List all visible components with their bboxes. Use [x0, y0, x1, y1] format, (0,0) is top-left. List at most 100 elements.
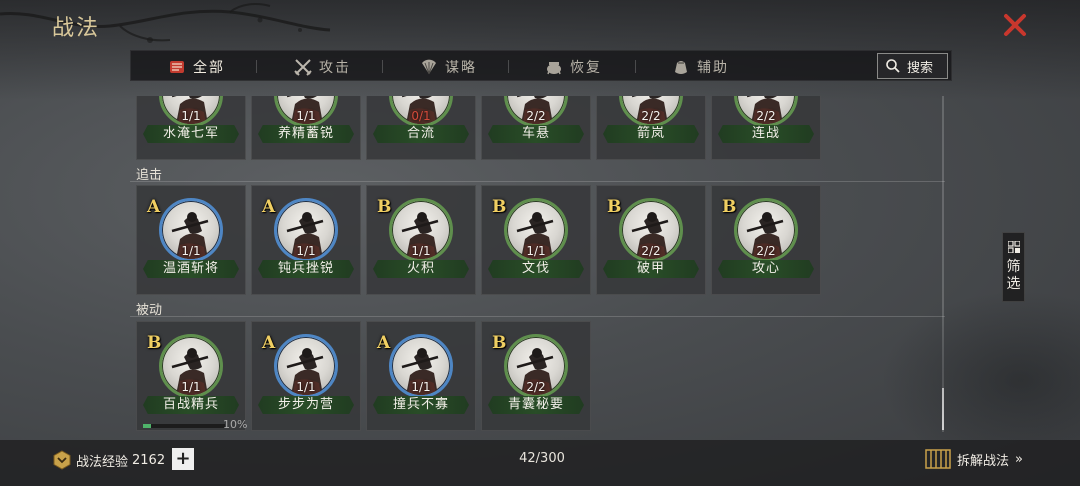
- tab-label: 全部: [193, 59, 225, 76]
- tactic-count: 2/2: [641, 109, 661, 123]
- tactic-card[interactable]: B 2/2 破甲: [596, 185, 706, 295]
- tab-support[interactable]: 辅助: [671, 51, 729, 82]
- tactic-grade: B: [607, 197, 622, 217]
- tactic-count: 0/1: [411, 109, 431, 123]
- tab-divider: [635, 60, 636, 73]
- window-title: 战法: [52, 16, 101, 41]
- tactic-count: 1/1: [296, 109, 316, 123]
- search-label: 搜索: [907, 60, 934, 76]
- add-exp-button[interactable]: +: [172, 448, 194, 470]
- tactic-exp: 战法经验 2162: [52, 450, 165, 470]
- tactic-grade: A: [147, 197, 161, 217]
- training-progress-bar: [143, 424, 225, 428]
- tactic-count: 1/1: [296, 380, 316, 394]
- hexagon-medal-icon: [53, 450, 71, 470]
- training-progress-percent: 10%: [223, 418, 248, 431]
- tactic-count: 1/1: [411, 244, 431, 258]
- tactic-name: 步步为营: [258, 396, 354, 414]
- tactic-card[interactable]: B 1/1 火积: [366, 185, 476, 295]
- crossed-swords-icon: [294, 58, 312, 76]
- bamboo-scroll-icon: [925, 449, 951, 469]
- exp-value: 2162: [132, 452, 166, 468]
- exp-label: 战法经验: [76, 454, 129, 470]
- tactic-card[interactable]: B 1/1 百战精兵 10%: [136, 321, 248, 431]
- tactic-name: 青囊秘要: [488, 396, 584, 414]
- fan-icon: [422, 59, 436, 74]
- tactic-count: 1/1: [181, 380, 201, 394]
- tactic-grade: A: [262, 197, 276, 217]
- tactic-grade: A: [262, 333, 276, 353]
- tactic-count: 1/1: [411, 380, 431, 394]
- tactic-card[interactable]: 2/2 连战: [711, 96, 821, 160]
- tactic-grade: B: [722, 197, 737, 217]
- tactic-count: 1/1: [526, 244, 546, 258]
- dismantle-tactics-button[interactable]: 拆解战法 »: [925, 448, 1023, 470]
- tactic-name: 百战精兵: [143, 396, 239, 414]
- tactic-name: 连战: [718, 125, 814, 143]
- tab-recovery[interactable]: 恢复: [544, 51, 602, 82]
- tactic-count: 2/2: [526, 109, 546, 123]
- tactic-card[interactable]: A 1/1 步步为营: [251, 321, 361, 431]
- tactic-grade: B: [147, 333, 162, 353]
- close-icon[interactable]: [1000, 10, 1030, 40]
- tactic-name: 箭岚: [603, 125, 699, 143]
- scroll-icon: [170, 60, 184, 73]
- tactic-capacity: 42/300: [519, 451, 565, 466]
- tactic-name: 火积: [373, 260, 469, 278]
- tactic-grade: B: [377, 197, 392, 217]
- tactic-card[interactable]: A 1/1 温酒斩将: [136, 185, 246, 295]
- tactic-name: 破甲: [603, 260, 699, 278]
- tactic-card[interactable]: 2/2 箭岚: [596, 96, 706, 160]
- tab-label: 攻击: [319, 59, 351, 76]
- tactic-name: 车悬: [488, 125, 584, 143]
- tactic-name: 温酒斩将: [143, 260, 239, 278]
- tactic-name: 水淹七军: [143, 125, 239, 143]
- grid-filter-icon: [1007, 241, 1020, 253]
- tactic-card[interactable]: A 1/1 钝兵挫锐: [251, 185, 361, 295]
- tactic-card[interactable]: 2/2 车悬: [481, 96, 591, 160]
- filter-label-1: 筛: [1006, 259, 1021, 275]
- tactic-card[interactable]: 0/1 合流: [366, 96, 476, 160]
- tactic-name: 文伐: [488, 260, 584, 278]
- tab-all[interactable]: 全部: [167, 51, 225, 82]
- tab-label: 谋略: [445, 59, 477, 76]
- cauldron-icon: [547, 61, 561, 74]
- tactics-grid: 追击 被动 1/1 水淹七军 1/1 养精蓄锐 0/1 合流 2/2 车悬 2/2 箭岚 2/2 连战…: [130, 96, 945, 436]
- tactic-count: 1/1: [296, 244, 316, 258]
- section-divider: [130, 181, 945, 182]
- tab-attack[interactable]: 攻击: [293, 51, 351, 82]
- tactic-card[interactable]: B 2/2 青囊秘要: [481, 321, 591, 431]
- tactic-count: 2/2: [756, 244, 776, 258]
- chevron-right-icon: »: [1015, 451, 1023, 467]
- dismantle-label: 拆解战法: [957, 453, 1010, 469]
- tactic-card[interactable]: B 2/2 攻心: [711, 185, 821, 295]
- tactic-card[interactable]: 1/1 养精蓄锐: [251, 96, 361, 160]
- section-divider: [130, 316, 945, 317]
- tactic-count: 2/2: [641, 244, 661, 258]
- tactic-grade: B: [492, 333, 507, 353]
- tactic-count: 1/1: [181, 109, 201, 123]
- tactic-name: 养精蓄锐: [258, 125, 354, 143]
- tab-divider: [508, 60, 509, 73]
- tactic-grade: B: [492, 197, 507, 217]
- tactic-card[interactable]: 1/1 水淹七军: [136, 96, 246, 160]
- search-icon: [886, 59, 900, 73]
- tactic-name: 攻心: [718, 260, 814, 278]
- tab-bar: 全部 攻击 谋略 恢复 辅助 搜索: [130, 50, 952, 81]
- tactic-count: 2/2: [756, 109, 776, 123]
- search-button[interactable]: 搜索: [877, 53, 948, 79]
- tactic-name: 钝兵挫锐: [258, 260, 354, 278]
- tab-label: 辅助: [697, 59, 729, 76]
- tactic-count: 2/2: [526, 380, 546, 394]
- tactic-grade: A: [377, 333, 391, 353]
- tab-divider: [382, 60, 383, 73]
- pouch-icon: [675, 60, 687, 74]
- training-progress-fill: [143, 424, 152, 428]
- tab-label: 恢复: [570, 59, 602, 76]
- tactic-count: 1/1: [181, 244, 201, 258]
- tactic-name: 合流: [373, 125, 469, 143]
- tab-strategy[interactable]: 谋略: [419, 51, 477, 82]
- tactic-card[interactable]: B 1/1 文伐: [481, 185, 591, 295]
- tactic-card[interactable]: A 1/1 撞兵不寡: [366, 321, 476, 431]
- background-mist: [880, 290, 1080, 440]
